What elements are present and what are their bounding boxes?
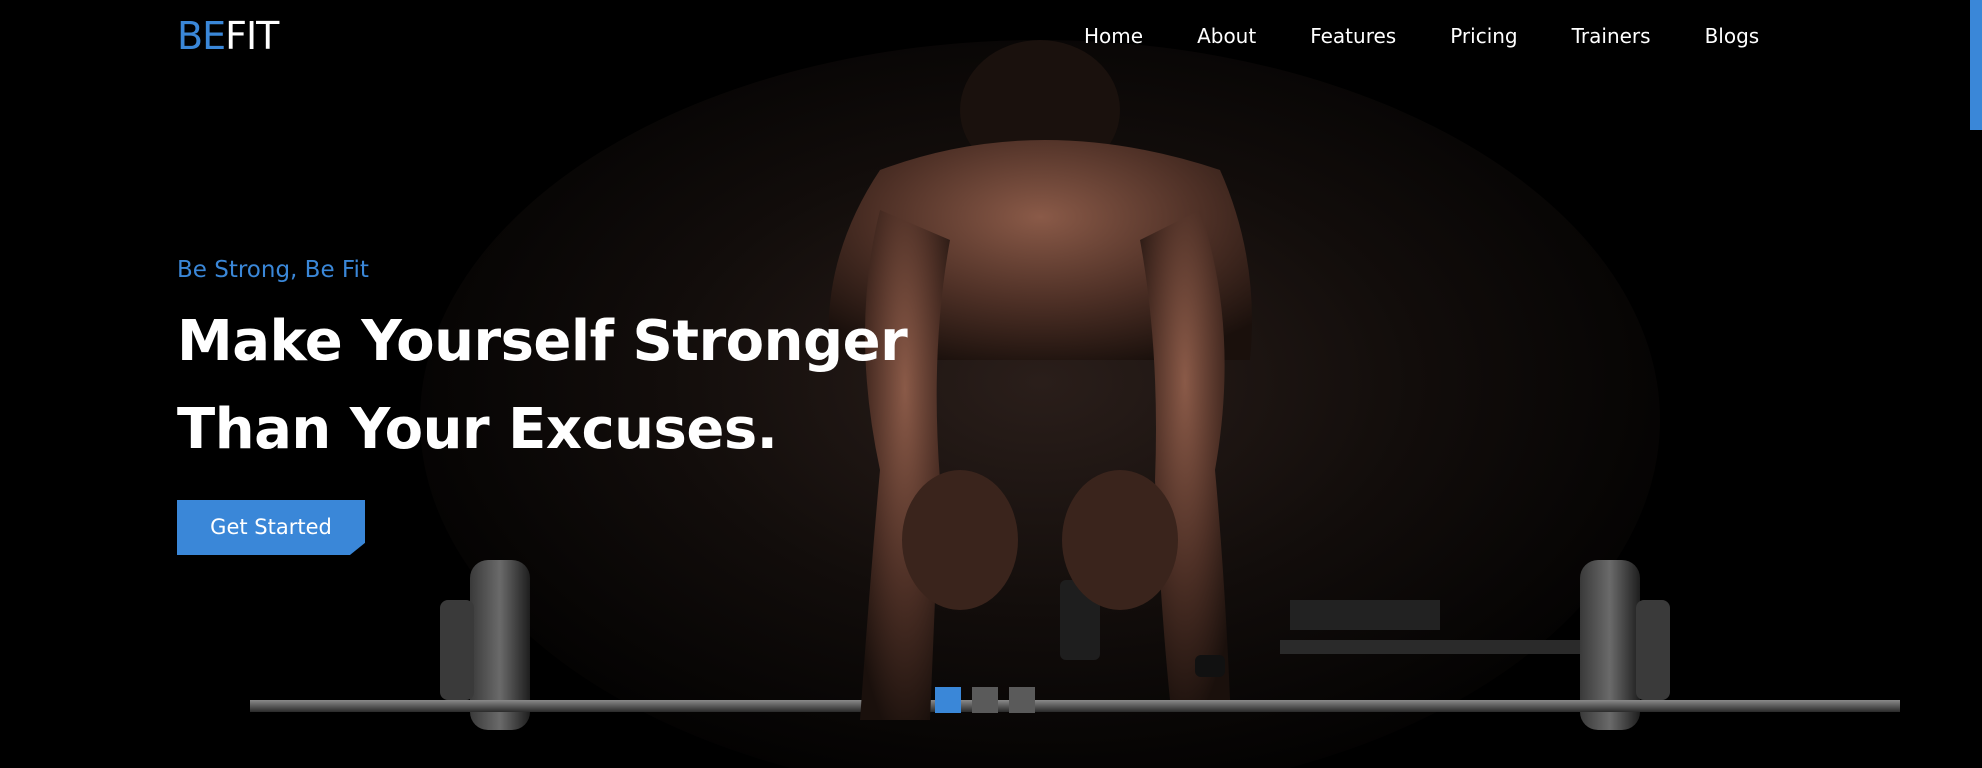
slider-dot-3[interactable] (1009, 687, 1035, 713)
landing-page: BEFIT Home About Features Pricing Traine… (0, 0, 1982, 768)
nav-blogs[interactable]: Blogs (1705, 22, 1760, 50)
get-started-button[interactable]: Get Started (177, 500, 365, 555)
logo-be: BE (177, 14, 226, 58)
nav-pricing[interactable]: Pricing (1450, 22, 1517, 50)
brand-logo[interactable]: BEFIT (177, 12, 279, 60)
top-navbar: BEFIT Home About Features Pricing Traine… (0, 0, 1982, 72)
nav-about[interactable]: About (1197, 22, 1256, 50)
nav-links: Home About Features Pricing Trainers Blo… (1084, 22, 1759, 50)
slider-dots (935, 687, 1035, 713)
nav-home[interactable]: Home (1084, 22, 1143, 50)
slider-dot-1[interactable] (935, 687, 961, 713)
slider-dot-2[interactable] (972, 687, 998, 713)
headline-line-2: Than Your Excuses. (177, 397, 778, 462)
logo-fit: FIT (225, 14, 279, 58)
hero-headline: Make Yourself Stronger Than Your Excuses… (177, 298, 908, 474)
scrollbar-thumb[interactable] (1970, 0, 1982, 130)
nav-trainers[interactable]: Trainers (1572, 22, 1651, 50)
nav-features[interactable]: Features (1310, 22, 1396, 50)
hero-tagline: Be Strong, Be Fit (177, 257, 369, 283)
hero-section: Be Strong, Be Fit Make Yourself Stronger… (177, 254, 908, 555)
headline-line-1: Make Yourself Stronger (177, 309, 908, 374)
